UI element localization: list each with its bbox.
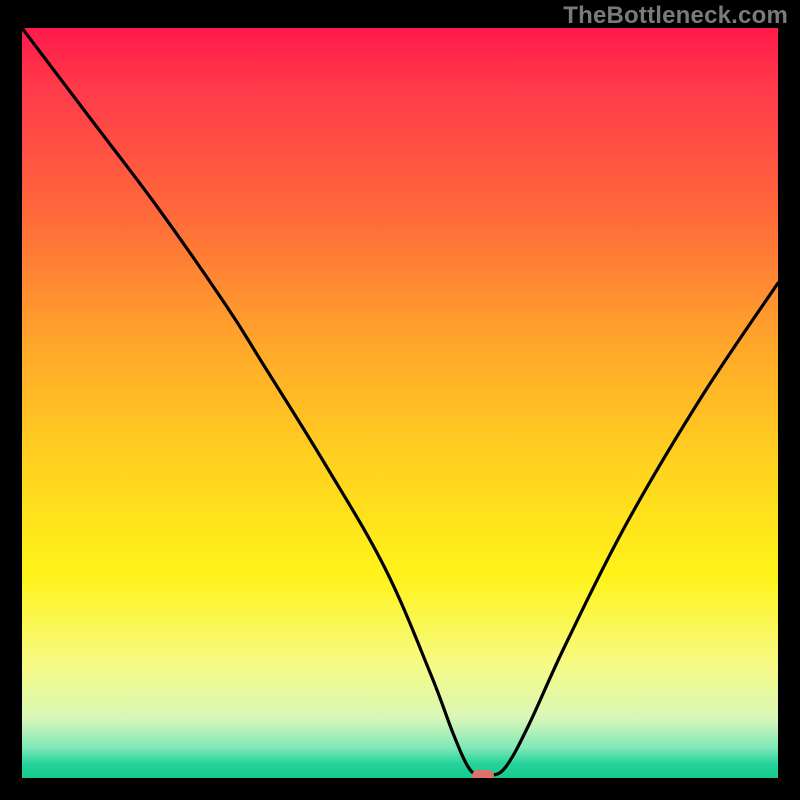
optimal-marker [472,770,494,778]
chart-frame: TheBottleneck.com [0,0,800,800]
bottleneck-curve [22,28,778,778]
watermark-text: TheBottleneck.com [563,2,788,30]
plot-area [22,28,778,778]
